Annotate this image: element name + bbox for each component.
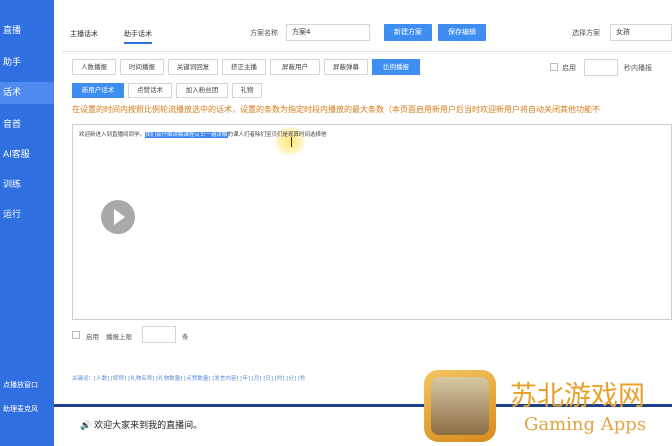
sidebar-item-label: 助手 [3, 58, 22, 68]
editor-text-after: 的课人们者除们宝贝们是观算时间选择他 [227, 132, 327, 138]
sidebar-item-training[interactable]: 训练 [0, 174, 54, 196]
sidebar-item-label: 运行 [3, 210, 22, 220]
tab-correct-host[interactable]: 挤正主播 [222, 59, 266, 75]
plan-name-input[interactable]: 方案4 [286, 24, 370, 41]
watermark-title: 苏北游戏网 [510, 381, 645, 412]
sidebar-item-assistant[interactable]: 助手 [0, 52, 54, 74]
sidebar-item-label: 训练 [3, 180, 22, 190]
tab-assistant-scripts[interactable]: 助手话术 [124, 24, 152, 44]
sidebar-item-label: 音首 [3, 120, 22, 130]
tab-new-user-script[interactable]: 新用户话术 [72, 83, 124, 98]
sidebar-item-run[interactable]: 运行 [0, 204, 54, 226]
tab-host-scripts[interactable]: 主播话术 [70, 24, 98, 44]
tab-join-fan-club[interactable]: 加入粉丝团 [176, 83, 228, 98]
tab-gift[interactable]: 礼物 [232, 83, 262, 98]
limit-enable-checkbox[interactable] [72, 331, 80, 339]
watermark-subtitle: Gaming Apps [524, 414, 647, 435]
sidebar-item-label: 点播放窗口 [3, 381, 38, 389]
tab-viewer-count[interactable]: 人数播报 [72, 59, 116, 75]
new-plan-button[interactable]: 新建方案 [384, 24, 432, 41]
chat-message: 🔊 欢迎大家来到我的直播间。 [80, 418, 202, 431]
select-plan-dropdown[interactable]: 女孩 [610, 24, 672, 41]
plan-name-label: 方案名称 [250, 29, 278, 37]
sidebar-item-mic[interactable]: 助理麦克风 [0, 400, 54, 418]
report-limit-input[interactable] [142, 326, 176, 343]
text-caret [291, 137, 292, 147]
duck-icon [431, 377, 489, 435]
sidebar-item-label: AI客服 [3, 150, 30, 160]
tab-time-report[interactable]: 时间播报 [120, 59, 164, 75]
sidebar-item-scripts[interactable]: 话术 [0, 82, 54, 104]
play-icon[interactable] [101, 200, 135, 234]
tab-ratio-report[interactable]: 比例播报 [372, 59, 420, 75]
editor-content: 欢迎新进入到直播间同学。我们会仔细讲解课程认识一遍讲解的课人们者除们宝贝们是观算… [79, 130, 327, 138]
sidebar-item-label: 助理麦克风 [3, 405, 38, 413]
sidebar-item-play-window[interactable]: 点播放窗口 [0, 376, 54, 394]
save-edit-button[interactable]: 保存编辑 [438, 24, 486, 41]
tab-keyword-reply[interactable]: 关键词回复 [168, 59, 218, 75]
limit-unit-label: 条 [182, 333, 189, 341]
seconds-label: 秒内播报 [624, 64, 652, 72]
site-watermark: 苏北游戏网 Gaming Apps [424, 370, 672, 446]
tab-block-danmaku[interactable]: 屏蔽弹幕 [324, 59, 368, 75]
speaker-icon: 🔊 [80, 421, 95, 431]
script-editor[interactable]: 欢迎新进入到直播间同学。我们会仔细讲解课程认识一遍讲解的课人们者除们宝贝们是观算… [72, 124, 672, 320]
sidebar-item-voice[interactable]: 音首 [0, 114, 54, 136]
sidebar-item-label: 话术 [3, 88, 22, 98]
keyword-variables[interactable]: 关键词：[人数] [昵称] [礼物名称] [礼物数量] [点赞数量] [发言内容… [72, 374, 306, 382]
chat-message-text: 欢迎大家来到我的直播间。 [94, 421, 203, 431]
select-plan-label: 选择方案 [572, 29, 600, 37]
sidebar-item-ai-service[interactable]: AI客服 [0, 144, 54, 166]
sidebar: 直播 助手 话术 音首 AI客服 训练 运行 点播放窗口 助理麦克风 [0, 0, 54, 446]
ratio-notice-text: 在设置的时间内按照比例轮流播放选中的话术，设置的条数为指定时段内播放的最大条数（… [72, 105, 600, 114]
enable-checkbox[interactable] [550, 63, 558, 71]
seconds-input[interactable] [584, 59, 618, 76]
sidebar-item-label: 直播 [3, 26, 22, 36]
enable-label: 启用 [562, 64, 576, 72]
editor-text-before: 欢迎新进入到直播间同学。 [79, 132, 146, 138]
report-limit-label: 播报上限 [106, 333, 132, 341]
sidebar-item-live[interactable]: 直播 [0, 20, 54, 42]
editor-selected-text: 我们会仔细讲解课程认识一遍讲解 [145, 132, 228, 138]
tab-like-script[interactable]: 点赞话术 [128, 83, 172, 98]
header-divider [62, 51, 672, 52]
watermark-logo-icon [424, 370, 496, 442]
tab-block-user[interactable]: 屏蔽用户 [270, 59, 320, 75]
limit-enable-label: 启用 [86, 333, 99, 341]
